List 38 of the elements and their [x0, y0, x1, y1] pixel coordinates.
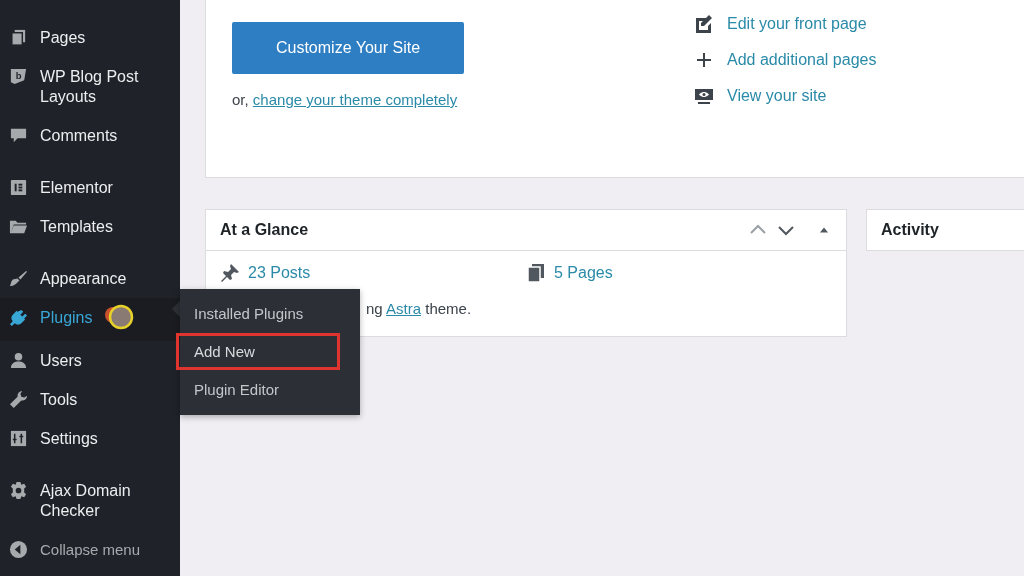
edit-icon: [694, 14, 714, 34]
eye-screen-icon: [694, 86, 714, 106]
pages-icon: [9, 28, 28, 47]
plus-icon: [694, 50, 714, 70]
b-letter-icon: b: [9, 67, 28, 86]
elementor-icon: [9, 178, 28, 197]
change-theme-link[interactable]: change your theme completely: [252, 91, 458, 108]
gear-icon: [9, 481, 28, 500]
cursor-highlight-icon: [104, 302, 135, 332]
collapse-menu-button[interactable]: Collapse menu: [0, 530, 180, 569]
sidebar-item[interactable]: b WP Blog Post Layouts: [0, 57, 180, 116]
sidebar-item[interactable]: Templates: [0, 207, 180, 246]
sidebar-item[interactable]: Settings: [0, 419, 180, 458]
pin-icon: [220, 263, 240, 283]
sidebar-item[interactable]: Appearance: [0, 259, 180, 298]
posts-count-link[interactable]: 23 Posts: [248, 264, 311, 282]
plug-icon: [9, 308, 28, 327]
theme-link[interactable]: Astra: [386, 300, 422, 317]
panel-title: At a Glance: [220, 221, 310, 239]
brush-icon: [9, 269, 28, 288]
submenu-item[interactable]: Add New: [176, 333, 340, 370]
sidebar-item[interactable]: Comments: [0, 116, 180, 155]
customize-site-button[interactable]: Customize Your Site: [232, 22, 464, 74]
sliders-icon: [9, 429, 28, 448]
alt-text: or,: [232, 91, 250, 108]
pages-count-link[interactable]: 5 Pages: [554, 264, 613, 282]
welcome-link[interactable]: View your site: [727, 87, 827, 105]
sidebar-item[interactable]: Ajax Domain Checker: [0, 471, 180, 530]
panel-title: Activity: [881, 221, 940, 239]
sidebar-item[interactable]: Plugins: [0, 298, 180, 341]
pages-icon: [526, 263, 546, 283]
collapse-icon: [9, 540, 28, 559]
sidebar-item[interactable]: Pages: [0, 18, 180, 57]
welcome-link[interactable]: Add additional pages: [727, 51, 877, 69]
welcome-link[interactable]: Edit your front page: [727, 15, 867, 33]
sidebar-item[interactable]: Elementor: [0, 168, 180, 207]
wrench-icon: [9, 390, 28, 409]
user-icon: [9, 351, 28, 370]
